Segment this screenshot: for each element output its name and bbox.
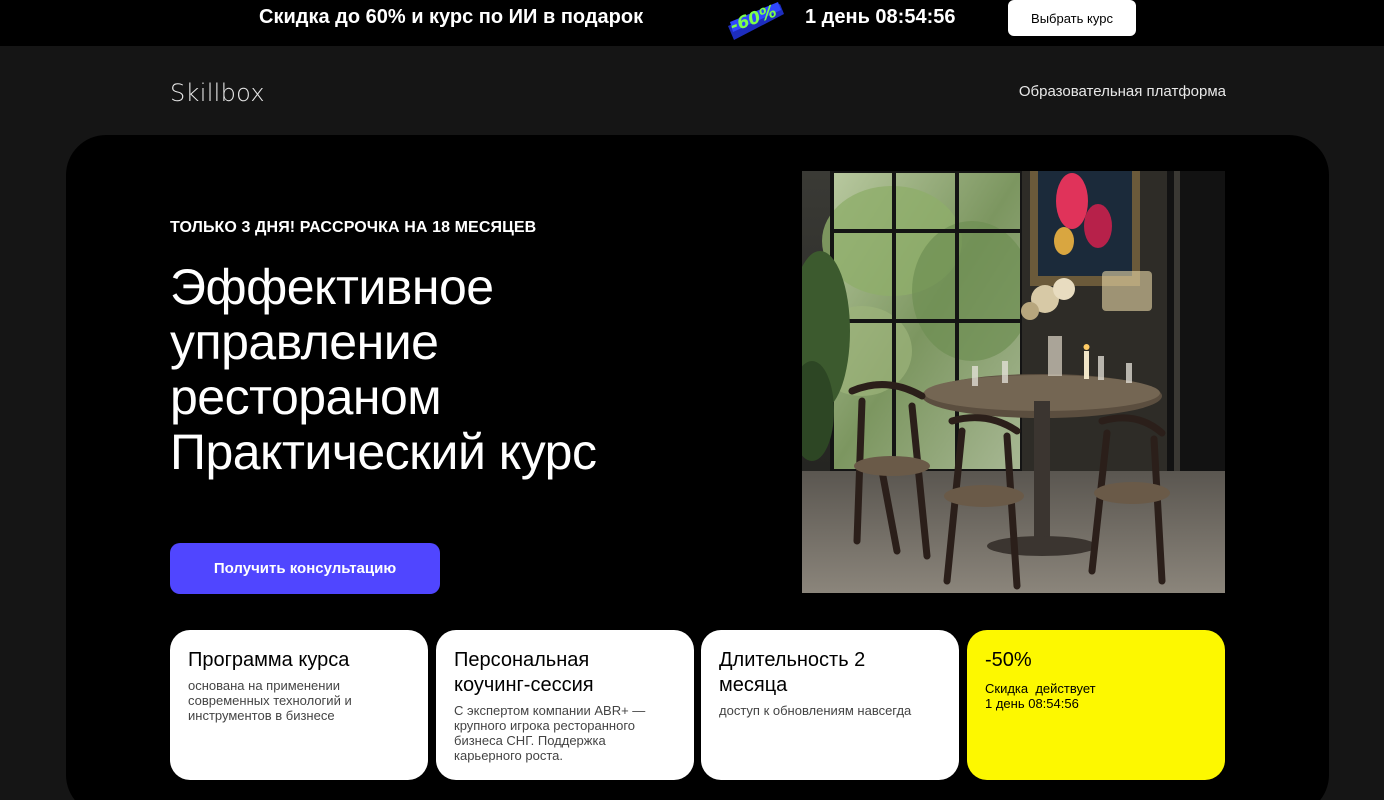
choose-course-button[interactable]: Выбрать курс (1008, 0, 1136, 36)
promo-bar: Скидка до 60% и курс по ИИ в подарок -60… (0, 0, 1384, 46)
card-description: доступ к обновлениям навсегда (719, 703, 912, 718)
promo-countdown: 1 день 08:54:56 (805, 6, 956, 28)
discount-countdown: 1 день 08:54:56 (985, 696, 1079, 711)
card-title: Персональная коучинг-сессия (454, 649, 594, 696)
skillbox-logo[interactable]: Skillbox (170, 78, 265, 108)
discount-label: Скидка действует (985, 681, 1096, 696)
discount-value: -50% (985, 649, 1032, 671)
discount-badge-icon: -60% (726, 0, 786, 42)
card-description: С экспертом компании ABR+ — крупного игр… (454, 703, 646, 763)
hero-title-line: управление (170, 314, 439, 370)
platform-link[interactable]: Образовательная платформа (996, 82, 1226, 102)
hero-eyebrow: ТОЛЬКО 3 ДНЯ! РАССРОЧКА НА 18 МЕСЯЦЕВ (170, 219, 537, 236)
restaurant-photo (802, 171, 1225, 593)
feature-card-discount: -50% Скидка действует 1 день 08:54:56 (967, 630, 1225, 780)
feature-card-program: Программа курса основана на применении с… (170, 630, 428, 780)
card-title: Программа курса (188, 649, 350, 671)
hero-title: Эффективное управление рестораном Практи… (170, 260, 770, 480)
hero-title-line: Практический курс (170, 424, 597, 480)
hero-title-line: рестораном (170, 369, 442, 425)
get-consultation-button[interactable]: Получить консультацию (170, 543, 440, 594)
feature-card-duration: Длительность 2 месяца доступ к обновлени… (701, 630, 959, 780)
feature-card-coaching: Персональная коучинг-сессия С экспертом … (436, 630, 694, 780)
card-title: Длительность 2 месяца (719, 649, 866, 696)
promo-text: Скидка до 60% и курс по ИИ в подарок (259, 6, 644, 28)
svg-text:-60%: -60% (728, 1, 780, 36)
card-description: основана на применении современных техно… (188, 678, 352, 723)
hero-title-line: Эффективное (170, 259, 494, 315)
